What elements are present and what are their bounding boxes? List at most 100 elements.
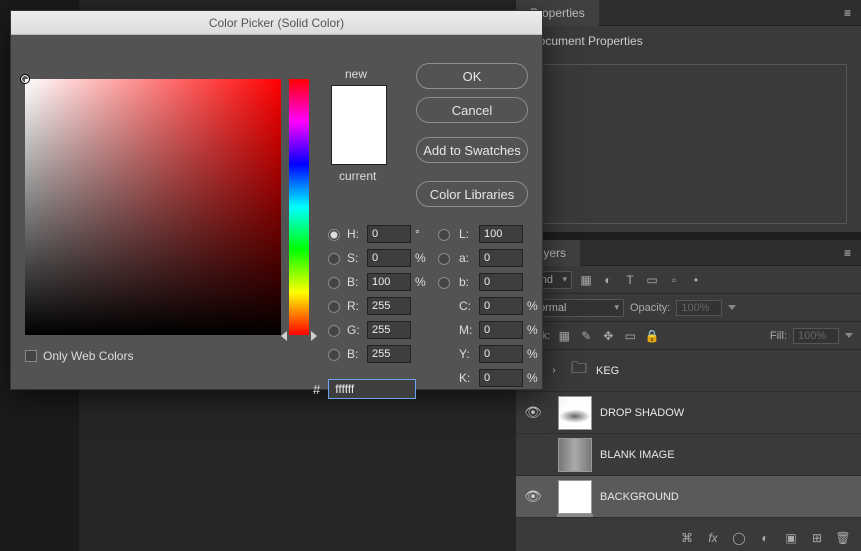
unit-k: % [527,371,541,385]
lock-artboard-icon[interactable]: ▭ [622,328,638,344]
fill-input[interactable]: 100% [793,328,839,344]
input-r[interactable] [367,297,411,315]
add-to-swatches-button[interactable]: Add to Swatches [416,137,528,163]
layers-list: 👁 › 🗀 KEG 👁 DROP SHADOW BLANK IMAGE 👁 BA… [516,350,861,525]
new-color-swatch[interactable] [332,86,386,125]
radio-s[interactable] [328,253,340,265]
radio-bv[interactable] [328,277,340,289]
label-l: L: [459,227,475,241]
lock-all-icon[interactable]: 🔒 [644,328,660,344]
filter-shape-icon[interactable]: ▭ [644,272,660,288]
lock-transparent-icon[interactable]: ▦ [556,328,572,344]
current-color-label: current [339,169,376,183]
layers-panel-menu-icon[interactable]: ≡ [834,240,861,266]
lock-move-icon[interactable]: ✥ [600,328,616,344]
new-adjustment-icon[interactable]: ◐ [757,530,773,546]
layer-row-keg[interactable]: 👁 › 🗀 KEG [516,350,861,392]
opacity-dropdown-icon[interactable] [728,305,736,310]
label-c: C: [459,299,475,313]
input-k[interactable] [479,369,523,387]
group-disclosure-icon[interactable]: › [550,365,562,376]
layer-name[interactable]: BLANK IMAGE [600,449,675,461]
new-layer-icon[interactable]: ⊞ [809,530,825,546]
label-m: M: [459,323,475,337]
properties-heading: Document Properties [516,26,861,56]
input-m[interactable] [479,321,523,339]
input-bv[interactable] [367,273,411,291]
panel-menu-icon[interactable]: ≡ [834,0,861,26]
hex-input[interactable] [328,379,416,399]
color-libraries-button[interactable]: Color Libraries [416,181,528,207]
ok-button[interactable]: OK [416,63,528,89]
filter-dot-icon[interactable]: • [688,272,704,288]
layers-panel-tabs: Layers ≡ [516,240,861,266]
visibility-toggle[interactable]: 👁 [516,404,550,421]
input-bb[interactable] [367,345,411,363]
color-value-grid: H: ° L: S: % a: B: % b: [325,225,541,387]
current-color-swatch[interactable] [332,125,386,164]
label-r: R: [347,299,363,313]
opacity-label: Opacity: [630,302,670,314]
unit-bv: % [415,275,429,289]
visibility-toggle[interactable]: 👁 [516,488,550,505]
dialog-title[interactable]: Color Picker (Solid Color) [11,11,542,35]
layer-name[interactable]: BACKGROUND [600,491,679,503]
layer-row-blank-image[interactable]: BLANK IMAGE [516,434,861,476]
input-b[interactable] [479,273,523,291]
new-group-icon[interactable]: ▣ [783,530,799,546]
opacity-input[interactable]: 100% [676,300,722,316]
layer-row-drop-shadow[interactable]: 👁 DROP SHADOW [516,392,861,434]
hue-slider[interactable] [289,79,309,335]
radio-l[interactable] [438,229,450,241]
filter-smart-icon[interactable]: ▫ [666,272,682,288]
radio-a[interactable] [438,253,450,265]
input-c[interactable] [479,297,523,315]
label-b: b: [459,275,475,289]
label-g: G: [347,323,363,337]
filter-type-icon[interactable]: T [622,272,638,288]
radio-r[interactable] [328,301,340,313]
input-g[interactable] [367,321,411,339]
label-bv: B: [347,275,363,289]
input-h[interactable] [367,225,411,243]
filter-adjust-icon[interactable]: ◐ [600,272,616,288]
input-l[interactable] [479,225,523,243]
input-s[interactable] [367,249,411,267]
link-layers-icon[interactable]: ⌘ [679,530,695,546]
input-y[interactable] [479,345,523,363]
only-web-colors-checkbox[interactable] [25,350,37,362]
unit-h: ° [415,227,429,241]
properties-panel-tabs: Properties ≡ [516,0,861,26]
folder-icon: 🗀 [570,362,588,380]
radio-g[interactable] [328,325,340,337]
layer-name[interactable]: KEG [596,365,619,377]
unit-c: % [527,299,541,313]
layer-thumbnail[interactable] [558,480,592,514]
only-web-colors-label: Only Web Colors [43,349,133,363]
input-a[interactable] [479,249,523,267]
layer-row-background[interactable]: 👁 BACKGROUND [516,476,861,518]
label-s: S: [347,251,363,265]
color-picker-dialog: Color Picker (Solid Color) new current O… [10,10,543,390]
label-h: H: [347,227,363,241]
layer-thumbnail[interactable] [558,396,592,430]
fill-dropdown-icon[interactable] [845,333,853,338]
delete-layer-icon[interactable]: 🗑 [835,530,851,546]
saturation-value-field[interactable] [25,79,281,335]
satval-marker-icon [20,74,30,84]
label-a: a: [459,251,475,265]
cancel-button[interactable]: Cancel [416,97,528,123]
radio-bb[interactable] [328,349,340,361]
filter-image-icon[interactable]: ▦ [578,272,594,288]
layer-name[interactable]: DROP SHADOW [600,407,684,419]
layer-thumbnail[interactable] [558,438,592,472]
unit-s: % [415,251,429,265]
label-bb: B: [347,347,363,361]
radio-h[interactable] [328,229,340,241]
label-y: Y: [459,347,475,361]
add-mask-icon[interactable]: ◯ [731,530,747,546]
layer-fx-icon[interactable]: fx [705,530,721,546]
lock-paint-icon[interactable]: ✎ [578,328,594,344]
new-color-label: new [345,67,367,81]
radio-b[interactable] [438,277,450,289]
